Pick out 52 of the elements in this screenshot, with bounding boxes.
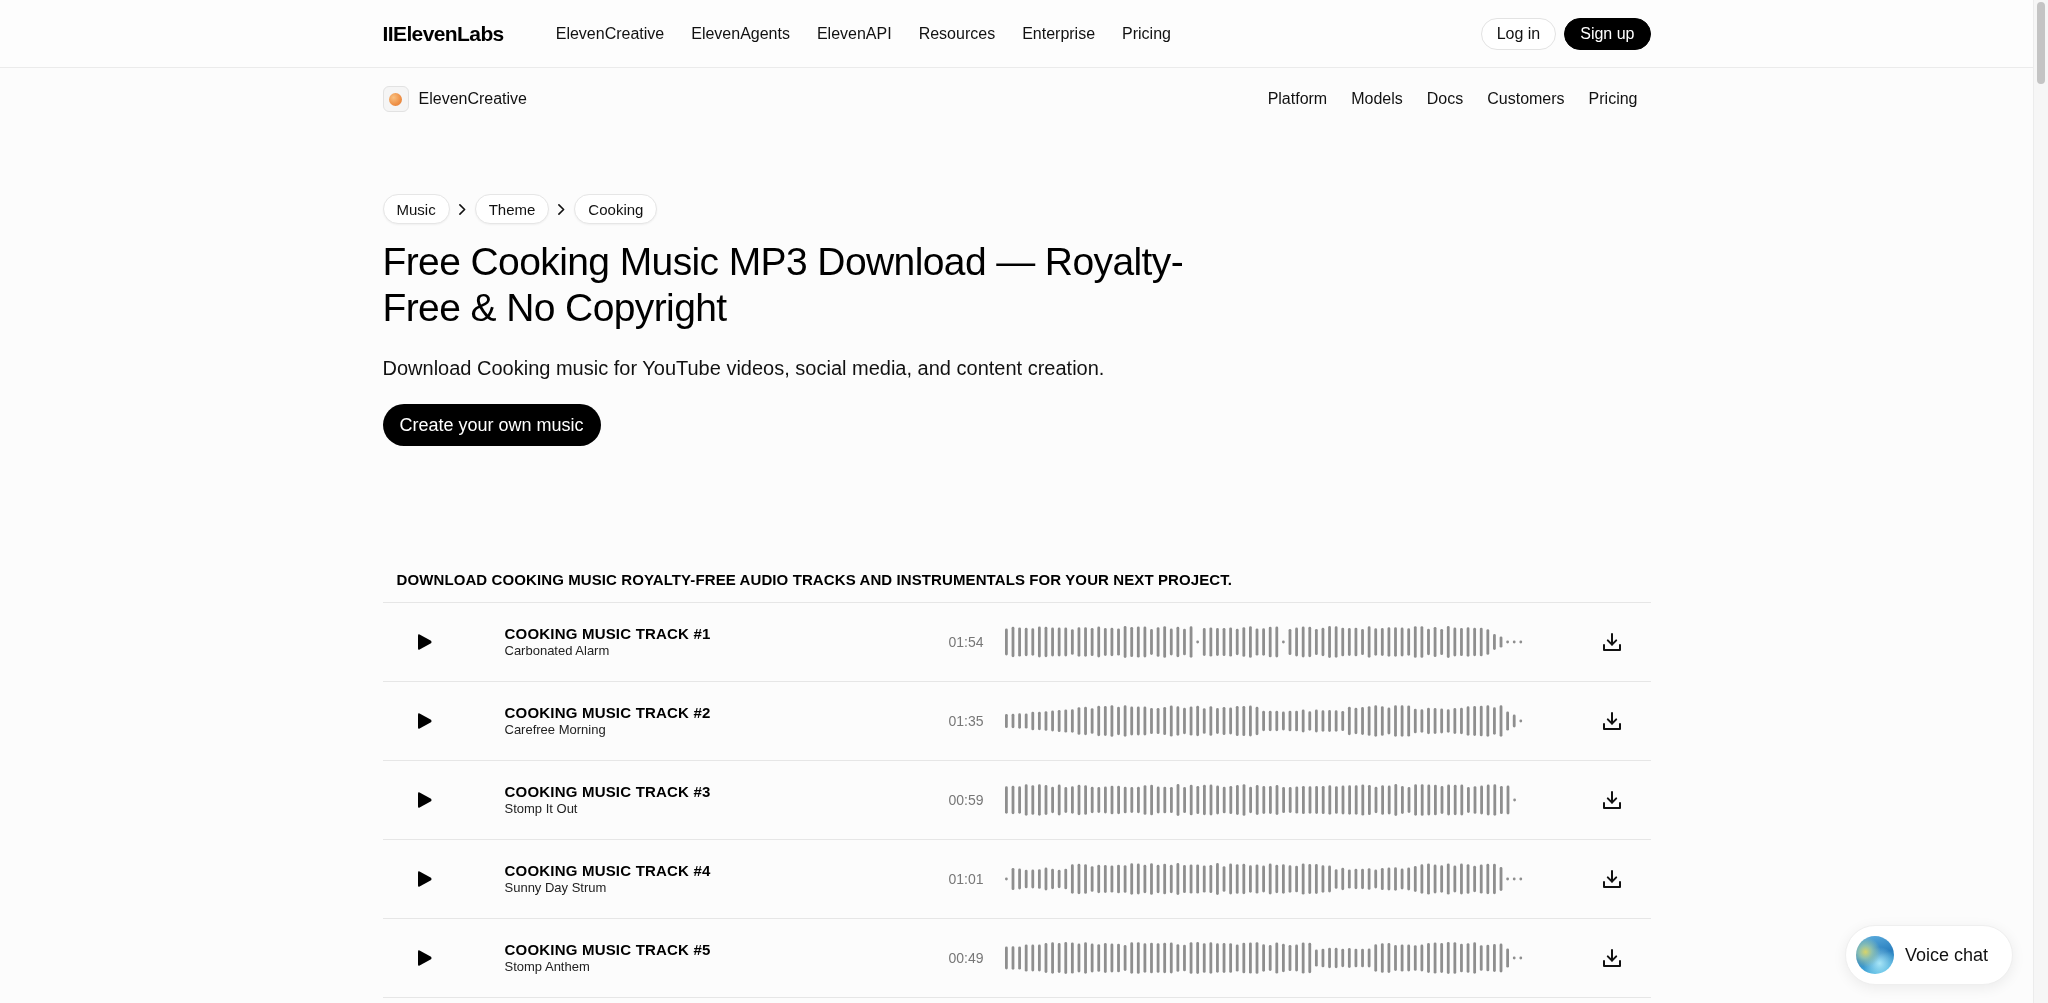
voice-chat-button[interactable]: Voice chat bbox=[1845, 925, 2013, 985]
chevron-icon bbox=[458, 203, 466, 215]
breadcrumb-link[interactable]: Cooking bbox=[574, 194, 658, 224]
subnav-link[interactable]: Customers bbox=[1487, 90, 1565, 108]
track-title: COOKING MUSIC TRACK #3 bbox=[504, 783, 712, 801]
track-duration: 01:54 bbox=[948, 634, 984, 650]
nav-link[interactable]: ElevenAPI bbox=[816, 24, 892, 43]
page-title: Free Cooking Music MP3 Download — Royalty-Free & No Copyright bbox=[382, 239, 1185, 331]
play-icon[interactable] bbox=[417, 792, 432, 808]
nav-link[interactable]: ElevenAgents bbox=[691, 24, 790, 43]
track-name: Carefree Morning bbox=[504, 722, 607, 738]
page-subtitle: Download Cooking music for YouTube videos, social media, and content creation. bbox=[382, 356, 1106, 381]
track-name: Sunny Day Strum bbox=[504, 880, 608, 896]
nav-link[interactable]: Enterprise bbox=[1022, 24, 1096, 43]
track-name: Stomp Anthem bbox=[504, 959, 591, 975]
create-music-button[interactable]: Create your own music bbox=[382, 404, 601, 446]
play-icon[interactable] bbox=[417, 713, 432, 729]
chevron-icon bbox=[558, 203, 566, 215]
track-title: COOKING MUSIC TRACK #5 bbox=[504, 941, 712, 959]
subnav-link[interactable]: Pricing bbox=[1588, 90, 1638, 108]
breadcrumb-link[interactable]: Music bbox=[382, 194, 450, 224]
track-title: COOKING MUSIC TRACK #1 bbox=[504, 625, 712, 643]
download-icon[interactable] bbox=[1602, 791, 1621, 809]
track-duration: 00:49 bbox=[948, 950, 984, 966]
section-heading: DOWNLOAD COOKING MUSIC ROYALTY-FREE AUDIO TRACKS AND INSTRUMENTALS FOR YOUR NEXT PROJECT. bbox=[395, 570, 1234, 590]
download-icon[interactable] bbox=[1602, 712, 1621, 730]
subnav-link[interactable]: Models bbox=[1351, 90, 1403, 108]
play-icon[interactable] bbox=[417, 950, 432, 966]
scrollbar-thumb[interactable] bbox=[2037, 2, 2045, 84]
login-button[interactable]: Log in bbox=[1480, 17, 1557, 50]
product-link[interactable]: ElevenCreative bbox=[418, 90, 527, 108]
nav-link[interactable]: Pricing bbox=[1122, 24, 1171, 43]
subnav-link[interactable]: Docs bbox=[1426, 90, 1464, 108]
logo[interactable]: IIElevenLabs bbox=[382, 21, 504, 46]
track-duration: 00:59 bbox=[948, 792, 984, 808]
track-duration: 01:01 bbox=[948, 871, 984, 887]
signup-button[interactable]: Sign up bbox=[1564, 17, 1651, 50]
track-title: COOKING MUSIC TRACK #4 bbox=[504, 862, 712, 880]
play-icon[interactable] bbox=[417, 871, 432, 887]
sphere-icon bbox=[1856, 936, 1894, 974]
download-icon[interactable] bbox=[1602, 870, 1621, 888]
nav-link[interactable]: ElevenCreative bbox=[555, 24, 665, 43]
breadcrumb-link[interactable]: Theme bbox=[474, 194, 550, 224]
track-name: Carbonated Alarm bbox=[504, 643, 611, 659]
subnav-link[interactable]: Platform bbox=[1267, 90, 1328, 108]
download-icon[interactable] bbox=[1602, 949, 1621, 967]
track-duration: 01:35 bbox=[948, 713, 984, 729]
track-name: Stomp It Out bbox=[504, 801, 579, 817]
track-title: COOKING MUSIC TRACK #2 bbox=[504, 704, 712, 722]
nav-link[interactable]: Resources bbox=[918, 24, 996, 43]
download-icon[interactable] bbox=[1602, 633, 1621, 651]
play-icon[interactable] bbox=[417, 634, 432, 650]
